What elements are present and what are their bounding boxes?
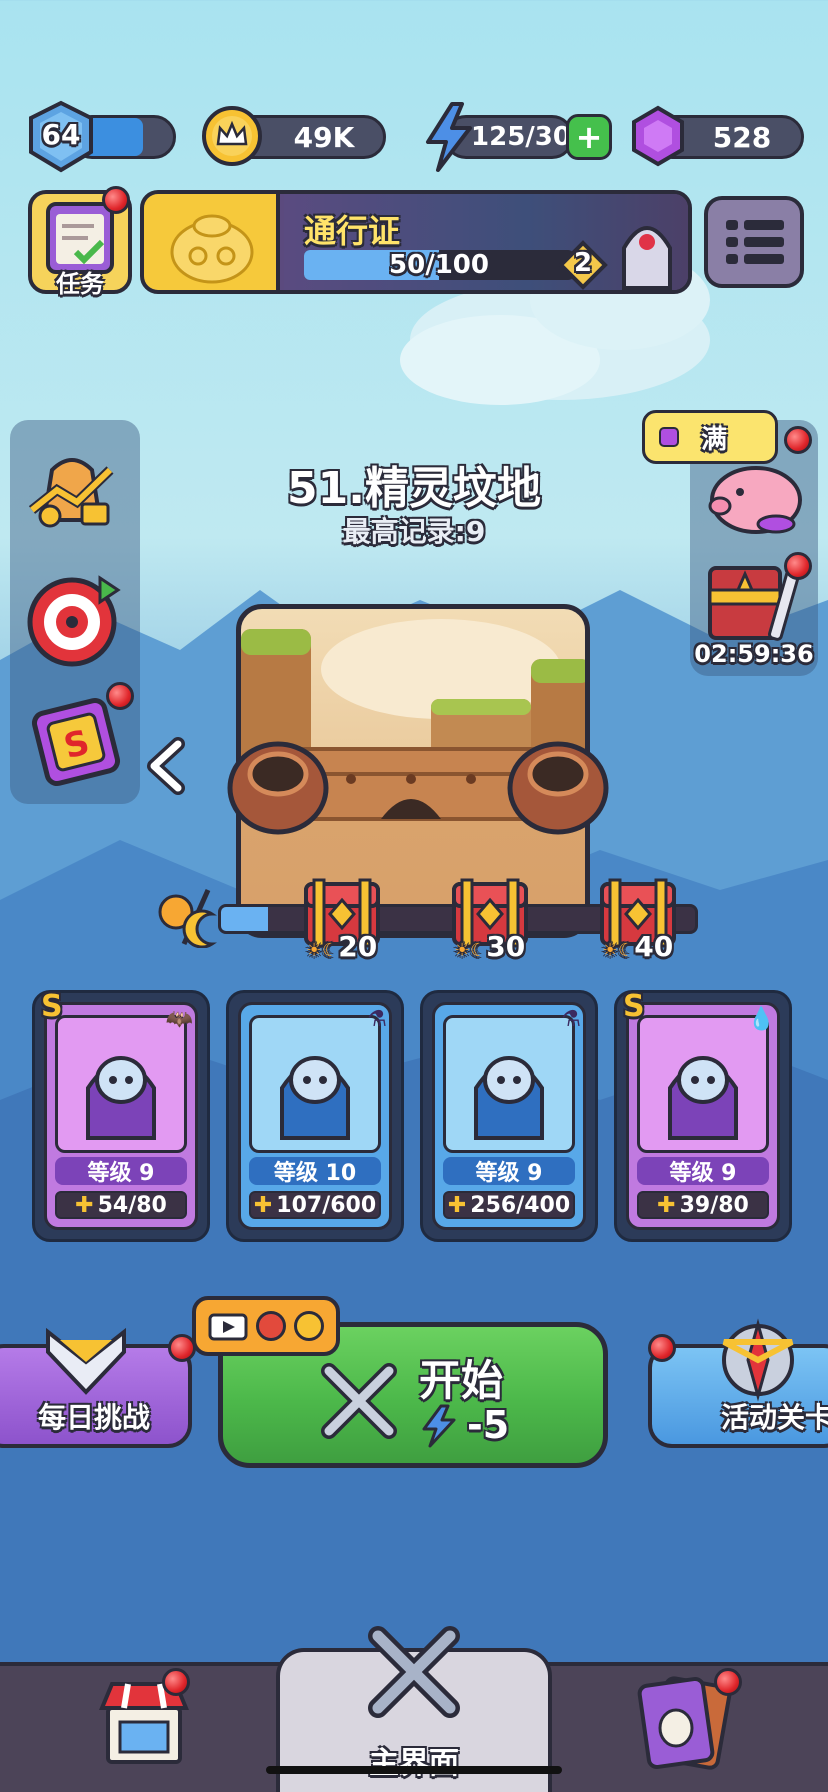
daily-challenge-button[interactable]: 每日挑战: [0, 1327, 192, 1448]
crossed-swords-icon: [321, 1363, 397, 1439]
event-stage-button[interactable]: 活动关卡: [648, 1318, 828, 1448]
hero-portrait: [249, 1015, 381, 1153]
menu-list-icon: [726, 220, 784, 264]
event-stage-notification-dot: [648, 1334, 676, 1362]
event-timer: 02:59:36: [694, 640, 814, 668]
hero-figure-icon: [86, 1056, 156, 1140]
main-label: 主界面: [369, 1746, 459, 1781]
hero-portrait: [637, 1015, 769, 1153]
hero-rank-badge: S: [41, 989, 63, 1024]
hero-figure-icon: [280, 1056, 350, 1140]
collapse-chevron-icon[interactable]: [142, 736, 192, 796]
hero-rank-badge: S: [623, 989, 645, 1024]
pass-progress-text: 50/100: [389, 250, 489, 280]
hero-figure-icon: [474, 1056, 544, 1140]
puzzle-piece-icon: ✚: [657, 1192, 676, 1218]
hero-level: 等级 10: [249, 1157, 381, 1186]
hero-fragments: ✚ 256/400: [443, 1191, 575, 1219]
hero-card[interactable]: 等级 9 ✚ 39/80 S 💧: [614, 989, 792, 1242]
puzzle-piece-icon: ✚: [75, 1192, 94, 1218]
coin-amount: 49K: [293, 120, 355, 154]
pass-title: 通行证: [304, 212, 401, 250]
gem-icon: [632, 105, 684, 167]
daily-challenge-label: 每日挑战: [37, 1401, 150, 1434]
hero-level: 等级 9: [55, 1157, 187, 1186]
hero-water-icon: 💧: [747, 1007, 775, 1032]
player-level: 64: [41, 118, 81, 151]
pass-ticket: [144, 194, 280, 290]
ad-boost-button[interactable]: [192, 1296, 340, 1356]
gem-amount: 528: [712, 120, 772, 154]
piggy-bank-icon[interactable]: [700, 450, 810, 540]
day-night-small-icon: ☀☾: [602, 940, 635, 961]
day-night-small-icon: ☀☾: [306, 940, 339, 961]
puzzle-piece-icon: ✚: [447, 1192, 467, 1218]
milestone-label-3: ☀☾40: [602, 930, 674, 963]
event-stage-label: 活动关卡: [720, 1401, 828, 1434]
hero-fragments: ✚ 107/600: [249, 1191, 381, 1219]
gem-small-icon: [659, 427, 679, 447]
event-notification-dot: [784, 552, 812, 580]
hero-level: 等级 9: [443, 1157, 575, 1186]
main-swords-icon: [368, 1626, 460, 1718]
shop-notification-dot: [162, 1668, 190, 1696]
hero-bat-icon: 🦇: [165, 1007, 193, 1032]
battle-pass-banner[interactable]: 通行证 50/100 2: [140, 190, 692, 294]
coin-crown-icon: [202, 106, 262, 166]
investment-bag-icon[interactable]: [22, 440, 122, 536]
menu-button[interactable]: [704, 196, 804, 288]
energy-bolt-small-icon: [422, 1404, 456, 1448]
start-label: 开始: [419, 1356, 504, 1405]
event-stage-emblem-icon: [722, 1318, 794, 1402]
energy-bolt-icon: [426, 102, 472, 172]
level-name: 51.精灵坟地: [287, 463, 541, 514]
s-card-notification-dot: [106, 682, 134, 710]
hero-fragments: ✚ 54/80: [55, 1191, 187, 1219]
hero-potion-icon: ⚗: [561, 1007, 581, 1032]
pass-tier: 2: [573, 248, 593, 278]
milestone-label-2: ☀☾30: [454, 930, 526, 963]
hero-card[interactable]: 等级 9 ✚ 54/80 S 🦇: [32, 989, 210, 1242]
hero-portrait: [443, 1015, 575, 1153]
hero-card-frame: 等级 10 ✚ 107/600: [238, 1002, 392, 1230]
pass-pouch-icon: [170, 214, 254, 284]
pass-knight-icon: [622, 226, 672, 290]
day-night-small-icon: ☀☾: [454, 940, 487, 961]
hero-card[interactable]: 等级 10 ✚ 107/600 ⚗: [226, 990, 404, 1242]
boost-coin-icon: [294, 1311, 324, 1341]
hero-card-frame: 等级 9 ✚ 54/80: [44, 1002, 198, 1230]
home-indicator: [266, 1766, 562, 1774]
collection-notification-dot: [714, 1668, 742, 1696]
hero-card-frame: 等级 9 ✚ 256/400: [432, 1002, 586, 1230]
puzzle-piece-icon: ✚: [253, 1192, 273, 1218]
hero-portrait: [55, 1015, 187, 1153]
level-record: 最高记录:9: [342, 515, 486, 548]
hero-potion-icon: ⚗: [367, 1007, 387, 1032]
right-pot-icon: [507, 741, 609, 835]
hero-card[interactable]: 等级 9 ✚ 256/400 ⚗: [420, 990, 598, 1242]
energy-amount: 125/30: [471, 122, 571, 152]
tasks-label: 任务: [56, 270, 104, 298]
hero-level: 等级 9: [637, 1157, 769, 1186]
hero-card-frame: 等级 9 ✚ 39/80: [626, 1002, 780, 1230]
hero-fragments: ✚ 39/80: [637, 1191, 769, 1219]
boost-apple-icon: [256, 1311, 286, 1341]
hero-figure-icon: [668, 1056, 738, 1140]
video-icon: [208, 1313, 248, 1341]
daily-challenge-shield-icon: [46, 1327, 126, 1395]
speedup-target-icon[interactable]: [22, 570, 122, 670]
left-pot-icon: [227, 741, 329, 835]
tasks-notification-dot: [102, 186, 130, 214]
start-cost: -5: [467, 1403, 510, 1447]
add-energy-button[interactable]: +: [566, 114, 612, 160]
milestone-label-1: ☀☾20: [306, 930, 378, 963]
